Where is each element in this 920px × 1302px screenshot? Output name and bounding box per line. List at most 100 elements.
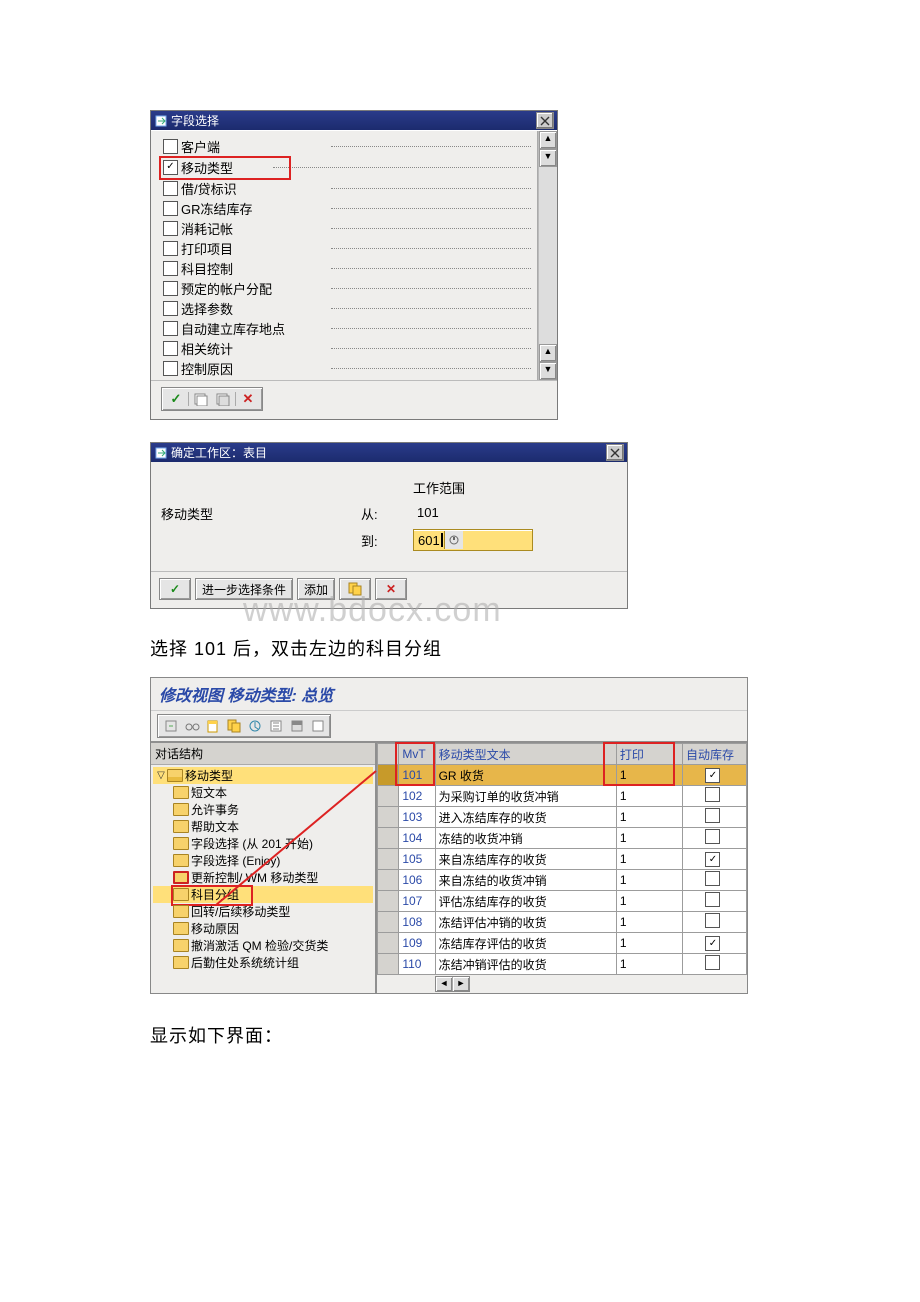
- copy-icon[interactable]: [339, 578, 371, 600]
- checkbox[interactable]: [163, 201, 178, 216]
- tree-node[interactable]: 撤消激活 QM 检验/交货类: [153, 937, 373, 954]
- table-row[interactable]: 109冻结库存评估的收货1: [378, 933, 747, 954]
- close-icon[interactable]: [536, 112, 554, 129]
- scrollbar[interactable]: ▲ ▼ ▲ ▼: [538, 131, 557, 380]
- cell-print[interactable]: 1: [616, 954, 682, 975]
- checkbox[interactable]: [705, 955, 720, 970]
- table-row[interactable]: 110冻结冲销评估的收货1: [378, 954, 747, 975]
- cell-print[interactable]: 1: [616, 765, 682, 786]
- checkbox[interactable]: [163, 241, 178, 256]
- cell-print[interactable]: 1: [616, 870, 682, 891]
- cancel-icon[interactable]: ✕: [237, 390, 259, 408]
- table-row[interactable]: 105来自冻结库存的收货1: [378, 849, 747, 870]
- field-item[interactable]: 消耗记帐: [153, 218, 535, 238]
- checkbox[interactable]: [163, 301, 178, 316]
- cell-auto[interactable]: [682, 891, 746, 912]
- checkbox[interactable]: [163, 139, 178, 154]
- checkbox[interactable]: [163, 221, 178, 236]
- checkbox[interactable]: [705, 913, 720, 928]
- row-selector[interactable]: [378, 933, 399, 954]
- scroll-down-icon[interactable]: ▼: [539, 149, 557, 167]
- cell-auto[interactable]: [682, 849, 746, 870]
- toolbar-other-entry-icon[interactable]: [160, 717, 181, 735]
- field-item[interactable]: 控制原因: [153, 358, 535, 378]
- row-selector[interactable]: [378, 870, 399, 891]
- table-row[interactable]: 101GR 收货1: [378, 765, 747, 786]
- scroll-up-icon[interactable]: ▲: [539, 131, 557, 149]
- field-item[interactable]: 自动建立库存地点: [153, 318, 535, 338]
- toolbar-glasses-icon[interactable]: [181, 717, 202, 735]
- cell-print[interactable]: 1: [616, 891, 682, 912]
- row-selector[interactable]: [378, 765, 399, 786]
- field-item[interactable]: GR冻结库存: [153, 198, 535, 218]
- deselect-all-icon[interactable]: [212, 390, 234, 408]
- cell-auto[interactable]: [682, 912, 746, 933]
- tree-node[interactable]: 短文本: [153, 784, 373, 801]
- tree-node[interactable]: 字段选择 (Enjoy): [153, 852, 373, 869]
- checkbox[interactable]: [705, 768, 720, 783]
- col-print[interactable]: 打印: [616, 744, 682, 765]
- append-button[interactable]: 添加: [297, 578, 335, 600]
- cell-print[interactable]: 1: [616, 828, 682, 849]
- field-item[interactable]: 借/贷标识: [153, 178, 535, 198]
- checkbox[interactable]: [705, 871, 720, 886]
- checkbox[interactable]: [163, 160, 178, 175]
- field-item[interactable]: 科目控制: [153, 258, 535, 278]
- row-selector[interactable]: [378, 912, 399, 933]
- cell-print[interactable]: 1: [616, 849, 682, 870]
- cell-print[interactable]: 1: [616, 933, 682, 954]
- cell-auto[interactable]: [682, 765, 746, 786]
- checkbox[interactable]: [163, 361, 178, 376]
- toolbar-delimit-icon[interactable]: [244, 717, 265, 735]
- col-select[interactable]: [378, 744, 399, 765]
- tree-node[interactable]: 后勤住处系统统计组: [153, 954, 373, 971]
- further-selection-button[interactable]: 进一步选择条件: [195, 578, 293, 600]
- checkbox[interactable]: [705, 852, 720, 867]
- field-item[interactable]: 移动类型: [153, 156, 535, 178]
- row-selector[interactable]: [378, 891, 399, 912]
- table-row[interactable]: 107评估冻结库存的收货1: [378, 891, 747, 912]
- tree-node[interactable]: ▽移动类型: [153, 767, 373, 784]
- cancel-icon[interactable]: ✕: [375, 578, 407, 600]
- toolbar-select-block-icon[interactable]: [286, 717, 307, 735]
- cell-print[interactable]: 1: [616, 786, 682, 807]
- confirm-icon[interactable]: ✓: [159, 578, 191, 600]
- toolbar-copy-icon[interactable]: [223, 717, 244, 735]
- col-mvt[interactable]: MvT: [399, 744, 435, 765]
- scroll-down-icon[interactable]: ▼: [539, 362, 557, 380]
- checkbox[interactable]: [705, 892, 720, 907]
- cell-auto[interactable]: [682, 954, 746, 975]
- cell-auto[interactable]: [682, 933, 746, 954]
- cell-print[interactable]: 1: [616, 912, 682, 933]
- field-item[interactable]: 预定的帐户分配: [153, 278, 535, 298]
- checkbox[interactable]: [705, 829, 720, 844]
- cell-auto[interactable]: [682, 870, 746, 891]
- cell-auto[interactable]: [682, 807, 746, 828]
- checkbox[interactable]: [705, 936, 720, 951]
- tree-node[interactable]: 科目分组: [153, 886, 373, 903]
- field-item[interactable]: 客户端: [153, 136, 535, 156]
- expand-icon[interactable]: ▽: [155, 770, 167, 781]
- col-auto[interactable]: 自动库存: [682, 744, 746, 765]
- cell-auto[interactable]: [682, 786, 746, 807]
- checkbox[interactable]: [163, 261, 178, 276]
- field-item[interactable]: 打印项目: [153, 238, 535, 258]
- table-row[interactable]: 102为采购订单的收货冲销1: [378, 786, 747, 807]
- confirm-icon[interactable]: ✓: [165, 390, 187, 408]
- toolbar-deselect-all-icon[interactable]: [307, 717, 328, 735]
- scroll-up-icon[interactable]: ▲: [539, 344, 557, 362]
- tree-node[interactable]: 字段选择 (从 201 开始): [153, 835, 373, 852]
- f4-help-icon[interactable]: [444, 531, 463, 549]
- checkbox[interactable]: [163, 321, 178, 336]
- checkbox[interactable]: [705, 787, 720, 802]
- cell-auto[interactable]: [682, 828, 746, 849]
- table-row[interactable]: 104冻结的收货冲销1: [378, 828, 747, 849]
- cell-print[interactable]: 1: [616, 807, 682, 828]
- select-all-icon[interactable]: [190, 390, 212, 408]
- checkbox[interactable]: [705, 808, 720, 823]
- table-row[interactable]: 108冻结评估冲销的收货1: [378, 912, 747, 933]
- tree-node[interactable]: 帮助文本: [153, 818, 373, 835]
- scroll-left-icon[interactable]: ◄: [436, 977, 453, 991]
- table-row[interactable]: 106来自冻结的收货冲销1: [378, 870, 747, 891]
- row-selector[interactable]: [378, 849, 399, 870]
